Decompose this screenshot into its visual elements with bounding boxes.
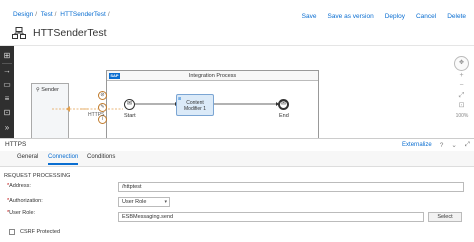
process-icon[interactable]: ▭ — [2, 80, 12, 90]
panel-title: HTTPS — [5, 141, 27, 148]
chevron-down-icon: ▾ — [164, 199, 167, 205]
breadcrumb-current[interactable]: HTTSenderTest — [60, 11, 106, 18]
reset-zoom-icon[interactable]: ⊡ — [454, 101, 469, 111]
delete-button[interactable]: Delete — [447, 13, 466, 20]
content-modifier-step[interactable]: ⊞ Content Modifier 1 — [176, 94, 214, 116]
toolbar-divider — [2, 63, 12, 64]
csrf-label: CSRF Protected — [20, 229, 61, 235]
address-label-group: *Address: — [7, 183, 31, 189]
user-role-input[interactable]: ESBMessaging.send — [118, 212, 424, 222]
save-button[interactable]: Save — [302, 13, 317, 20]
authorization-label: Authorization: — [9, 198, 43, 204]
integration-flow-icon — [12, 27, 26, 39]
arrow-icon[interactable]: → — [2, 66, 12, 76]
tab-general[interactable]: General — [17, 154, 38, 163]
envelope-icon: ✉ — [280, 101, 287, 107]
breadcrumb: Design / Test / HTTSenderTest / — [13, 11, 112, 18]
deploy-button[interactable]: Deploy — [385, 13, 405, 20]
sender-label-group: ⚲ Sender — [36, 87, 59, 93]
page-header: Design / Test / HTTSenderTest / HTTSenderTe… — [0, 0, 474, 46]
search-icon: ⚲ — [36, 87, 40, 93]
edit-icon[interactable]: ✎ — [98, 103, 107, 112]
tab-conditions[interactable]: Conditions — [87, 154, 115, 163]
breadcrumb-separator: / — [107, 11, 110, 18]
properties-panel: HTTPS Externalize ? ⌄ ⤢ General Connecti… — [0, 138, 474, 242]
content-modifier-label: Content Modifier 1 — [184, 100, 206, 112]
authorization-label-group: *Authorization: — [7, 198, 43, 204]
participants-icon[interactable]: ⊞ — [2, 51, 12, 61]
adapter-label[interactable]: HTTPS — [88, 112, 104, 118]
csrf-checkbox[interactable] — [9, 229, 15, 235]
save-as-version-button[interactable]: Save as version — [327, 13, 373, 20]
user-role-label: User Role: — [9, 210, 36, 216]
panel-actions: Externalize ? ⌄ ⤢ — [402, 141, 470, 149]
section-title: REQUEST PROCESSING — [4, 173, 71, 179]
expand-icon[interactable]: » — [2, 123, 12, 133]
palette-toolbar: ⊞ → ▭ ≡ ⊡ » — [0, 46, 14, 138]
integration-process-header: SAP Integration Process — [107, 71, 318, 81]
end-label: End — [279, 113, 289, 119]
authorization-select[interactable]: User Role ▾ — [118, 197, 170, 207]
breadcrumb-separator: / — [54, 11, 57, 18]
adapter-actions: ⊘ ✎ i — [98, 91, 108, 127]
integration-process-title: Integration Process — [188, 73, 237, 79]
maximize-icon[interactable]: ⤢ — [465, 141, 470, 149]
start-event[interactable]: ✉ — [124, 99, 135, 110]
events-icon[interactable]: ≡ — [2, 94, 12, 104]
delete-icon[interactable]: ⊘ — [98, 91, 107, 100]
help-icon[interactable]: ? — [440, 142, 444, 149]
breadcrumb-test[interactable]: Test — [41, 11, 53, 18]
user-role-label-group: *User Role: — [7, 210, 35, 216]
address-input[interactable]: /httptest — [118, 182, 464, 192]
zoom-out-icon[interactable]: − — [454, 81, 469, 91]
header-actions: Save Save as version Deploy Cancel Delet… — [302, 13, 466, 20]
fit-to-screen-icon[interactable]: ⤢ — [454, 91, 469, 101]
zoom-in-icon[interactable]: + — [454, 71, 469, 81]
start-label: Start — [124, 113, 136, 119]
address-label: Address: — [9, 183, 31, 189]
sender-participant[interactable]: ⚲ Sender — [31, 83, 69, 138]
externalize-link[interactable]: Externalize — [402, 142, 432, 148]
tasks-icon[interactable]: ⊡ — [2, 108, 12, 118]
collapse-icon[interactable]: ⌄ — [451, 141, 456, 149]
zoom-level: 100% — [455, 113, 469, 119]
zoom-controls: ✥ + − ⤢ ⊡ 100% — [454, 56, 470, 119]
authorization-value: User Role — [122, 199, 147, 205]
tab-connection[interactable]: Connection — [48, 154, 79, 165]
breadcrumb-design[interactable]: Design — [13, 11, 33, 18]
breadcrumb-separator: / — [35, 11, 38, 18]
cancel-button[interactable]: Cancel — [416, 13, 436, 20]
tab-bar: General Connection Conditions — [0, 151, 474, 167]
sender-label: Sender — [41, 87, 59, 93]
select-button[interactable]: Select — [428, 212, 462, 222]
page-title: HTTSenderTest — [33, 27, 107, 39]
end-event[interactable]: ✉ — [278, 99, 289, 110]
pan-navigator-icon[interactable]: ✥ — [454, 56, 469, 71]
integration-flow-canvas[interactable]: ⊞ → ▭ ≡ ⊡ » ⚲ Sender SAP Integration Pro… — [0, 46, 474, 138]
envelope-icon: ✉ — [126, 101, 133, 107]
